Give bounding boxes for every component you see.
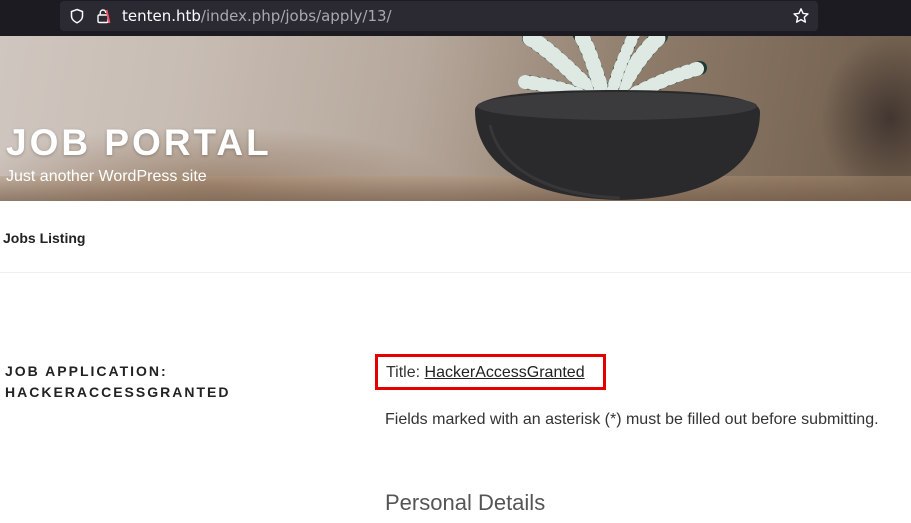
potted-plant-image (475, 36, 760, 200)
job-title: Title: HackerAccessGranted (386, 364, 585, 382)
job-title-prefix: Title: (386, 364, 425, 381)
shield-icon[interactable] (69, 8, 85, 24)
address-bar[interactable]: tenten.htb/index.php/jobs/apply/13/ (60, 1, 818, 31)
url-host: tenten.htb (122, 7, 201, 25)
lock-icon[interactable] (95, 8, 111, 24)
required-fields-note: Fields marked with an asterisk (*) must … (385, 411, 879, 428)
main-navigation: Jobs Listing (0, 201, 911, 273)
personal-details-heading: Personal Details (385, 490, 546, 515)
url-text[interactable]: tenten.htb/index.php/jobs/apply/13/ (122, 7, 392, 25)
url-path: /index.php/jobs/apply/13/ (200, 7, 392, 25)
job-title-highlight: Title: HackerAccessGranted (375, 354, 606, 390)
site-title[interactable]: JOB PORTAL (6, 122, 272, 164)
browser-toolbar: tenten.htb/index.php/jobs/apply/13/ (0, 0, 911, 36)
star-icon[interactable] (792, 7, 810, 25)
nav-item-jobs-listing[interactable]: Jobs Listing (3, 230, 85, 246)
job-title-link[interactable]: HackerAccessGranted (425, 364, 585, 381)
site-tagline: Just another WordPress site (6, 168, 207, 185)
page-title: JOB APPLICATION: HACKERACCESSGRANTED (5, 363, 231, 400)
header-banner: JOB PORTAL Just another WordPress site (0, 36, 911, 201)
